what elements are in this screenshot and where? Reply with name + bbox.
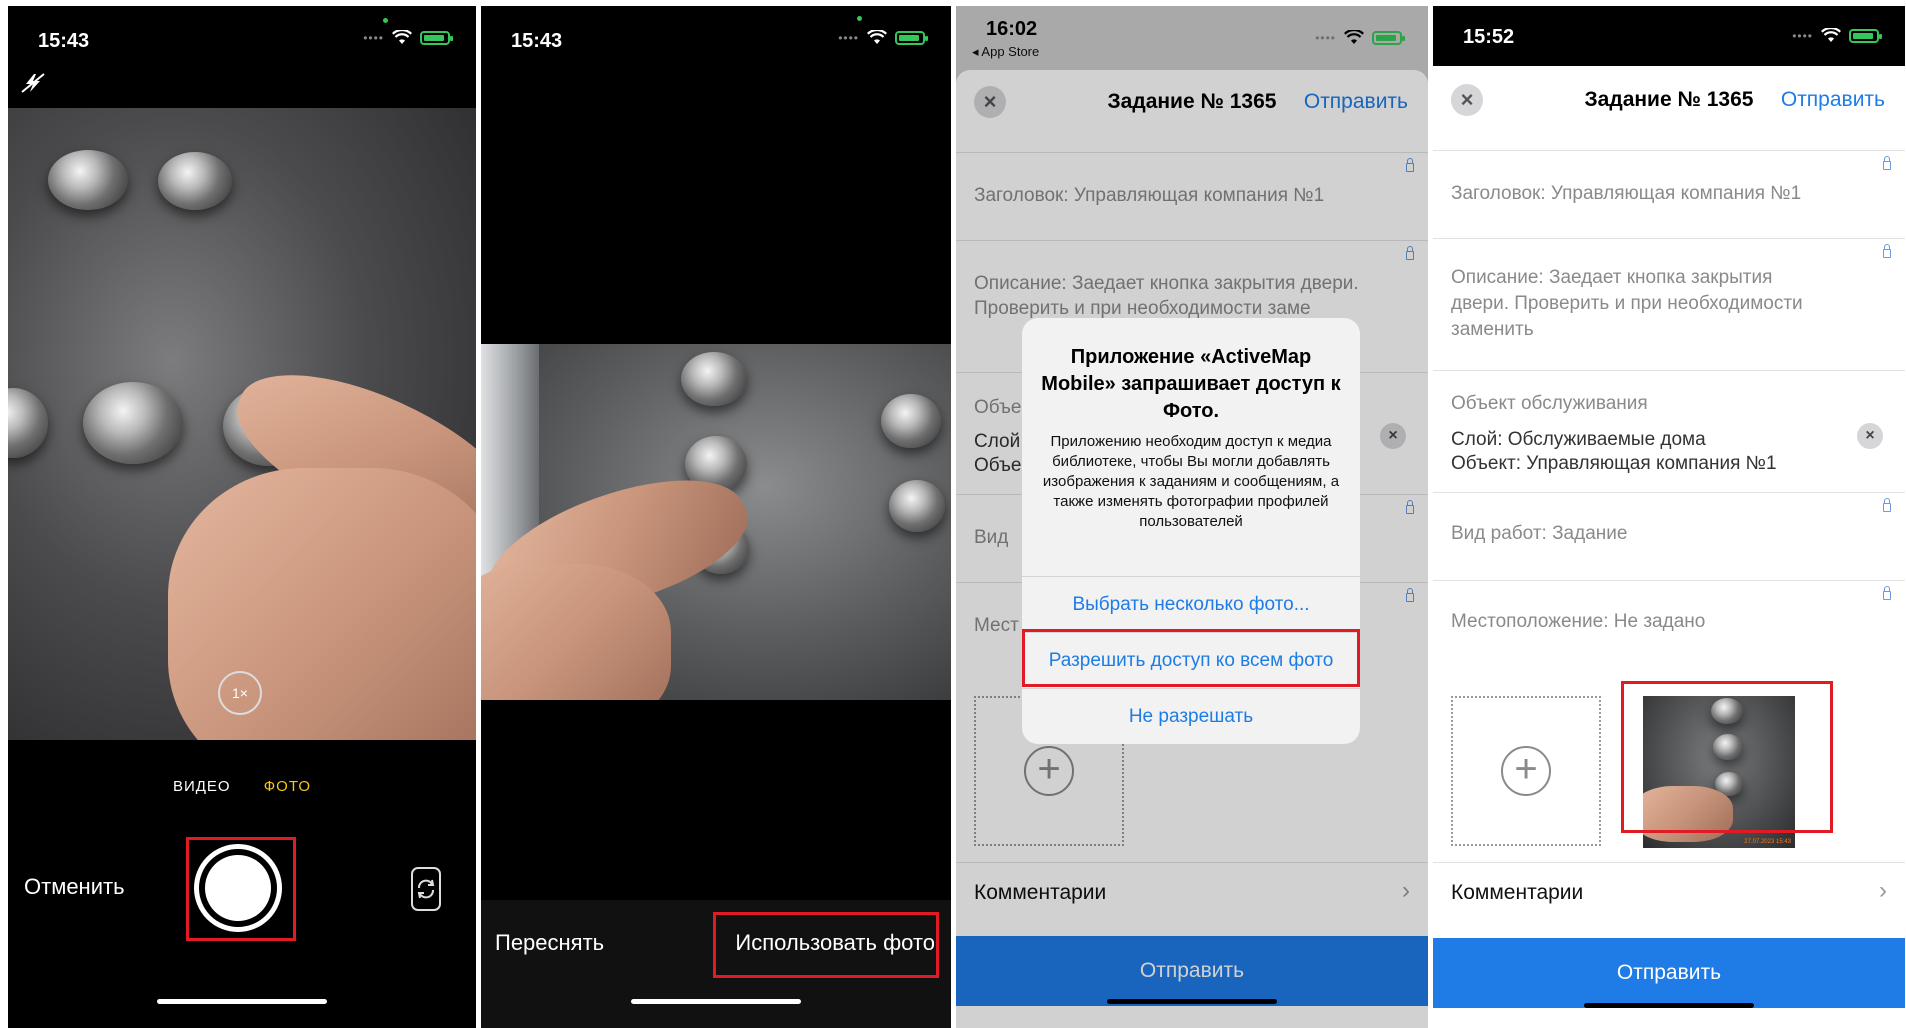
elevator-button-image <box>48 150 128 210</box>
home-indicator <box>157 999 327 1004</box>
description-line: заменить <box>1451 319 1534 340</box>
lock-icon <box>1883 156 1891 170</box>
description-field[interactable]: Описание: Заедает кнопка закрытия двери.… <box>1433 238 1905 370</box>
status-bar: 15:43 •••• <box>481 6 951 66</box>
camera-indicator-dot <box>857 16 862 21</box>
object-label: Объект обслуживания <box>1451 393 1648 414</box>
object-name: Объект: Управляющая компания №1 <box>1451 453 1777 474</box>
battery-icon <box>420 30 453 45</box>
zoom-badge[interactable]: 1× <box>218 671 262 715</box>
home-indicator <box>631 999 801 1004</box>
clear-icon[interactable]: × <box>1857 423 1883 449</box>
highlight-box <box>713 912 939 978</box>
dialog-message: Приложению необходим доступ к медиа библ… <box>1042 433 1340 530</box>
cellular-icon: •••• <box>363 30 384 45</box>
wifi-icon <box>392 30 412 44</box>
work-type-field[interactable]: Вид работ: Задание <box>1433 492 1905 580</box>
header-field[interactable]: Заголовок: Управляющая компания №1 <box>1433 150 1905 238</box>
comments-row[interactable]: Комментарии › <box>1433 862 1905 924</box>
chevron-right-icon: › <box>1879 877 1887 904</box>
location-label: Местоположение: Не задано <box>1451 611 1706 632</box>
task-permission-screen: 16:02 ◂ App Store •••• × Задание № 1365 … <box>956 6 1428 1028</box>
object-field[interactable]: Объект обслуживания Слой: Обслуживаемые … <box>1433 370 1905 492</box>
battery-icon <box>895 30 928 45</box>
switch-camera-icon[interactable] <box>408 864 444 914</box>
highlight-box <box>1022 629 1360 687</box>
mode-photo[interactable]: ФОТО <box>264 778 311 795</box>
hand-image <box>481 564 671 700</box>
home-indicator <box>1584 1003 1754 1008</box>
object-layer: Слой: Обслуживаемые дома <box>1451 429 1706 450</box>
status-bar: 15:52 •••• <box>1433 6 1905 66</box>
wifi-icon <box>867 30 887 44</box>
dialog-title: Приложение «ActiveMap Mobile» запрашивае… <box>1041 346 1341 422</box>
sheet-header: × Задание № 1365 Отправить <box>1433 68 1905 126</box>
work-type-label: Вид работ: Задание <box>1451 523 1628 544</box>
camera-screen: 15:43 •••• 1× ВИДЕО ФОТО Отменить <box>8 6 476 1028</box>
cancel-button[interactable]: Отменить <box>24 874 125 900</box>
mode-video[interactable]: ВИДЕО <box>173 778 231 795</box>
status-time: 15:43 <box>38 30 90 52</box>
cellular-icon: •••• <box>838 30 859 45</box>
elevator-button-image <box>889 480 945 532</box>
task-sheet: × Задание № 1365 Отправить Заголовок: Уп… <box>1433 68 1905 1028</box>
camera-indicator-dot <box>383 18 388 23</box>
photo-review-screen: 15:43 •••• Переснять Использовать фото <box>481 6 951 1028</box>
wifi-icon <box>1821 28 1841 42</box>
hand-image <box>168 468 476 740</box>
status-time: 15:52 <box>1463 26 1515 48</box>
camera-viewfinder: 1× <box>8 108 476 740</box>
elevator-button-image <box>681 352 747 406</box>
comments-label: Комментарии <box>1451 881 1584 904</box>
camera-mode-selector: ВИДЕО ФОТО <box>8 778 476 795</box>
deny-button[interactable]: Не разрешать <box>1022 688 1360 744</box>
highlight-box <box>1621 681 1833 833</box>
send-link[interactable]: Отправить <box>1781 88 1885 112</box>
flash-icon[interactable] <box>20 72 48 94</box>
lock-icon <box>1883 244 1891 258</box>
status-time: 15:43 <box>511 30 563 52</box>
add-photo-button[interactable]: + <box>1451 696 1601 846</box>
elevator-button-image <box>881 394 941 448</box>
elevator-button-image <box>8 388 48 458</box>
description-line: Описание: Заедает кнопка закрытия <box>1451 267 1773 288</box>
retake-button[interactable]: Переснять <box>495 930 604 956</box>
location-field[interactable]: Местоположение: Не задано <box>1433 580 1905 668</box>
battery-icon <box>1849 28 1882 43</box>
description-line: двери. Проверить и при необходимости <box>1451 293 1803 314</box>
header-field-label: Заголовок: Управляющая компания №1 <box>1451 183 1802 204</box>
task-with-photo-screen: 15:52 •••• × Задание № 1365 Отправить За… <box>1433 6 1905 1028</box>
send-button[interactable]: Отправить <box>1433 938 1905 1008</box>
cellular-icon: •••• <box>1792 28 1813 43</box>
highlight-box <box>186 837 296 941</box>
home-indicator <box>1107 999 1277 1004</box>
select-photos-button[interactable]: Выбрать несколько фото... <box>1022 576 1360 632</box>
lock-icon <box>1883 498 1891 512</box>
captured-photo <box>481 344 951 700</box>
photo-timestamp: 27.07.2023 15:43 <box>1744 839 1791 845</box>
elevator-button-image <box>83 382 183 464</box>
elevator-button-image <box>158 152 232 210</box>
plus-icon: + <box>1501 746 1551 796</box>
status-bar: 15:43 •••• <box>8 6 476 66</box>
lock-icon <box>1883 586 1891 600</box>
